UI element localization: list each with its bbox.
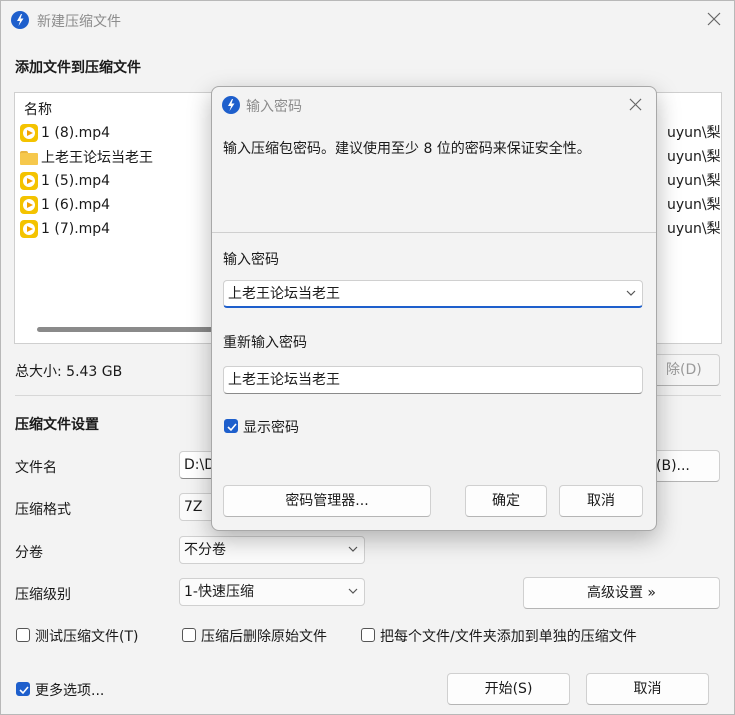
format-label: 压缩格式 [15,502,71,518]
filename-label: 文件名 [15,460,57,476]
video-file-icon [20,220,38,238]
close-icon[interactable] [707,12,723,28]
password-dialog: 输入密码 输入压缩包密码。建议使用至少 8 位的密码来保证安全性。 输入密码 上… [211,86,657,531]
chevron-down-icon[interactable] [626,290,636,296]
file-path: uyun\梨波 [667,149,721,165]
show-password-label[interactable]: 显示密码 [243,417,299,437]
video-file-icon [20,196,38,214]
file-row[interactable]: 上老王论坛当老王 [20,146,153,168]
file-row[interactable]: 1 (7).mp4 [20,218,110,240]
volume-label: 分卷 [15,545,43,561]
separate-archives-checkbox[interactable] [361,628,375,642]
file-path: uyun\梨波 [667,197,721,213]
file-row[interactable]: 1 (5).mp4 [20,170,110,192]
file-name: 1 (5).mp4 [41,173,111,189]
reenter-password-label: 重新输入密码 [223,335,307,351]
more-options-label[interactable]: 更多选项... [35,680,104,700]
volume-select[interactable]: 不分卷 [179,536,365,564]
test-archive-label[interactable]: 测试压缩文件(T) [35,626,138,646]
file-name: 1 (7).mp4 [41,221,111,237]
file-name: 1 (8).mp4 [41,125,111,141]
password-label: 输入密码 [223,252,279,268]
level-value: 1-快速压缩 [184,584,254,600]
chevron-down-icon [348,546,358,552]
add-files-section-title: 添加文件到压缩文件 [15,60,141,76]
more-options-checkbox[interactable] [16,682,30,696]
show-password-checkbox[interactable] [224,419,238,433]
file-path: uyun\梨波 [667,125,721,141]
dialog-title: 输入密码 [246,99,302,115]
cancel-button[interactable]: 取消 [586,673,709,705]
divider [212,232,656,233]
test-archive-checkbox[interactable] [16,628,30,642]
dialog-description: 输入压缩包密码。建议使用至少 8 位的密码来保证安全性。 [223,141,591,157]
cancel-button[interactable]: 取消 [559,485,643,517]
level-select[interactable]: 1-快速压缩 [179,578,365,606]
password-value: 上老王论坛当老王 [228,286,340,302]
password-input[interactable]: 上老王论坛当老王 [223,280,643,308]
app-logo-icon [222,96,240,114]
check-icon [227,423,237,432]
video-file-icon [20,124,38,142]
close-icon[interactable] [629,98,645,114]
file-row[interactable]: 1 (6).mp4 [20,194,110,216]
ok-button[interactable]: 确定 [465,485,547,517]
start-button[interactable]: 开始(S) [447,673,570,705]
volume-value: 不分卷 [184,542,226,558]
check-icon [19,686,29,695]
password-manager-button[interactable]: 密码管理器... [223,485,431,517]
file-name: 1 (6).mp4 [41,197,111,213]
app-logo-icon [11,11,29,29]
chevron-down-icon [348,588,358,594]
folder-icon [20,148,38,166]
advanced-settings-button[interactable]: 高级设置 » [523,577,720,609]
level-label: 压缩级别 [15,587,71,603]
column-header-name[interactable]: 名称 [24,99,52,119]
file-path: uyun\梨波 [667,221,721,237]
window-title: 新建压缩文件 [37,14,121,30]
delete-original-checkbox[interactable] [182,628,196,642]
separate-archives-label[interactable]: 把每个文件/文件夹添加到单独的压缩文件 [380,626,637,646]
file-name: 上老王论坛当老王 [41,150,153,166]
settings-section-title: 压缩文件设置 [15,417,99,433]
video-file-icon [20,172,38,190]
reenter-password-input[interactable]: 上老王论坛当老王 [223,366,643,394]
file-row[interactable]: 1 (8).mp4 [20,122,110,144]
total-size: 总大小: 5.43 GB [15,364,123,380]
delete-original-label[interactable]: 压缩后删除原始文件 [201,626,327,646]
title-bar: 新建压缩文件 [1,1,734,39]
file-path: uyun\梨波 [667,173,721,189]
